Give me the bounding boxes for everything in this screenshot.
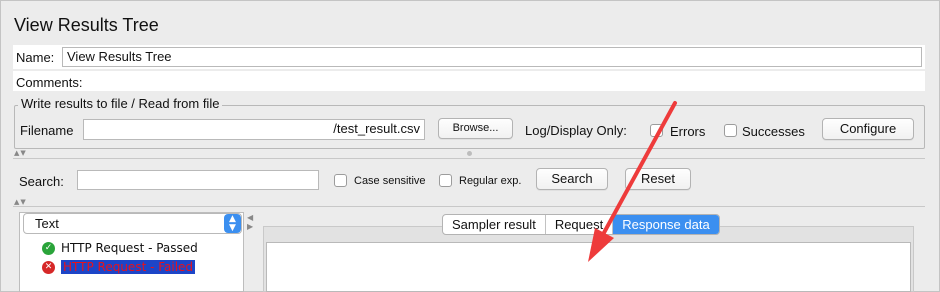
annotation-arrow (588, 101, 677, 262)
